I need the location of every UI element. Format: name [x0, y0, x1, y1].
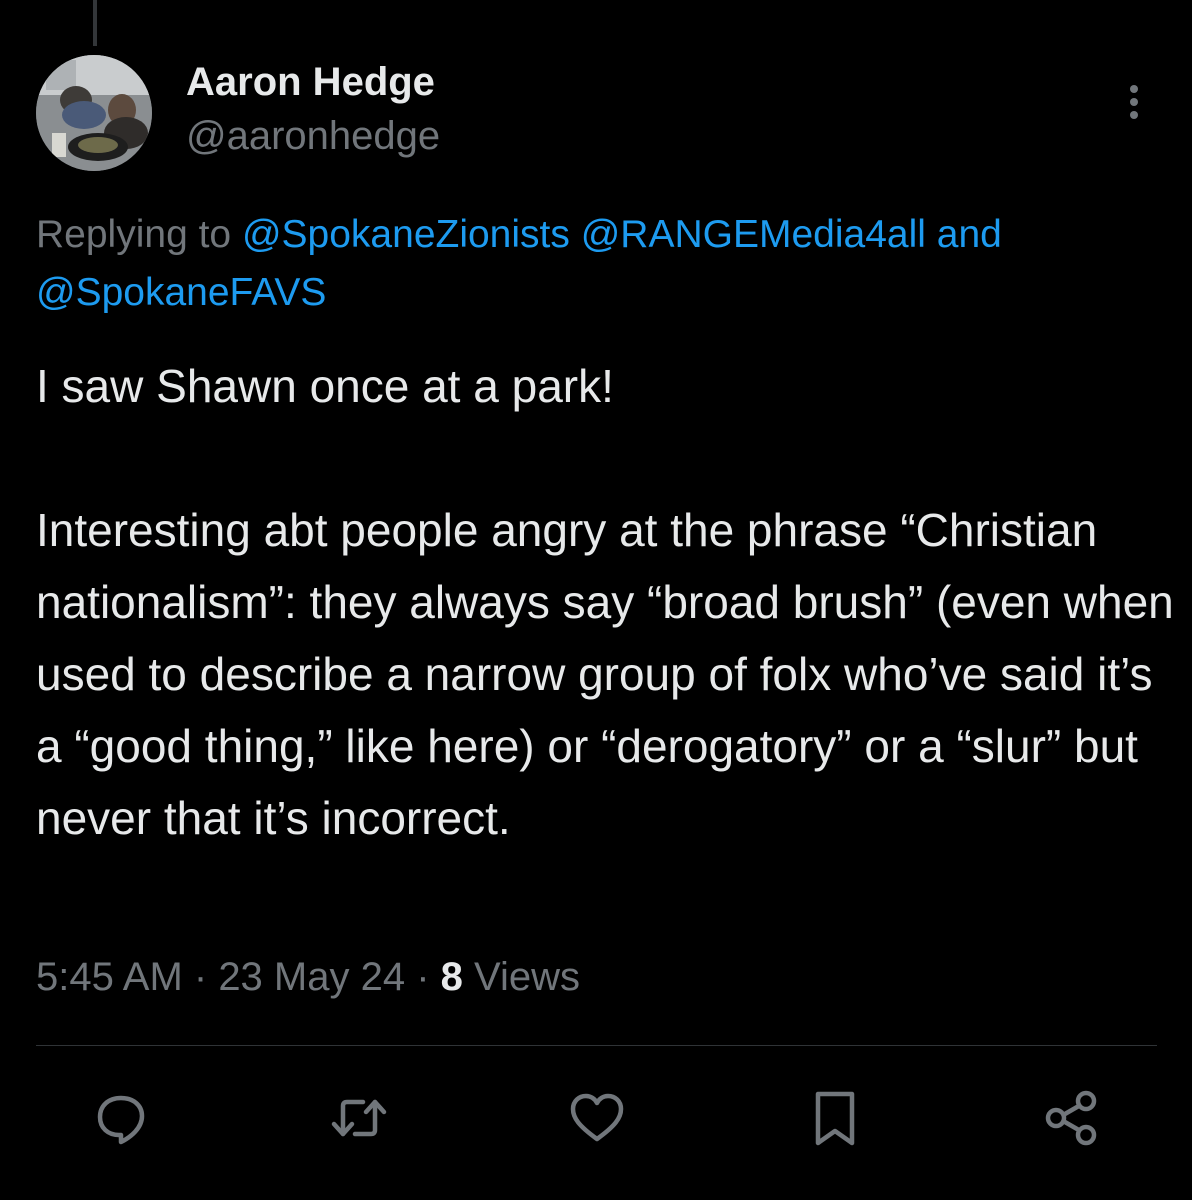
repost-button[interactable]: [329, 1088, 389, 1148]
avatar-photo: [36, 55, 152, 171]
views-count: 8: [440, 955, 463, 999]
tweet-time[interactable]: 5:45 AM: [36, 955, 183, 999]
thread-connector-line: [93, 0, 97, 46]
repost-icon: [331, 1099, 387, 1137]
mention-link[interactable]: @SpokaneFAVS: [36, 271, 326, 314]
tweet-text: I saw Shawn once at a park! Interesting …: [36, 360, 1174, 844]
tweet-metadata: 5:45 AM · 23 May 24 · 8 Views: [36, 955, 580, 1000]
replying-to-prefix: Replying to: [36, 213, 242, 256]
mention-link[interactable]: @SpokaneZionists: [242, 213, 570, 256]
more-vertical-icon: [1130, 85, 1138, 119]
meta-separator: ·: [405, 955, 441, 999]
tweet-date[interactable]: 23 May 24: [218, 955, 405, 999]
mention-conjunction[interactable]: and: [926, 213, 1002, 256]
replying-to: Replying to @SpokaneZionists @RANGEMedia…: [36, 206, 1186, 322]
share-icon: [1045, 1090, 1097, 1146]
reply-button[interactable]: [91, 1088, 151, 1148]
meta-separator: ·: [182, 955, 219, 999]
author-display-name[interactable]: Aaron Hedge: [186, 60, 435, 105]
heart-icon: [570, 1093, 624, 1142]
author-handle[interactable]: @aaronhedge: [186, 114, 440, 159]
views-label: Views: [462, 955, 580, 999]
like-button[interactable]: [567, 1088, 627, 1148]
mention-link[interactable]: @RANGEMedia4all: [581, 213, 926, 256]
avatar[interactable]: [36, 55, 152, 171]
share-button[interactable]: [1042, 1088, 1102, 1148]
action-bar-divider: [36, 1045, 1157, 1046]
reply-icon: [97, 1095, 145, 1145]
more-options-button[interactable]: [1112, 80, 1156, 124]
bookmark-icon: [815, 1091, 855, 1146]
bookmark-button[interactable]: [805, 1088, 865, 1148]
